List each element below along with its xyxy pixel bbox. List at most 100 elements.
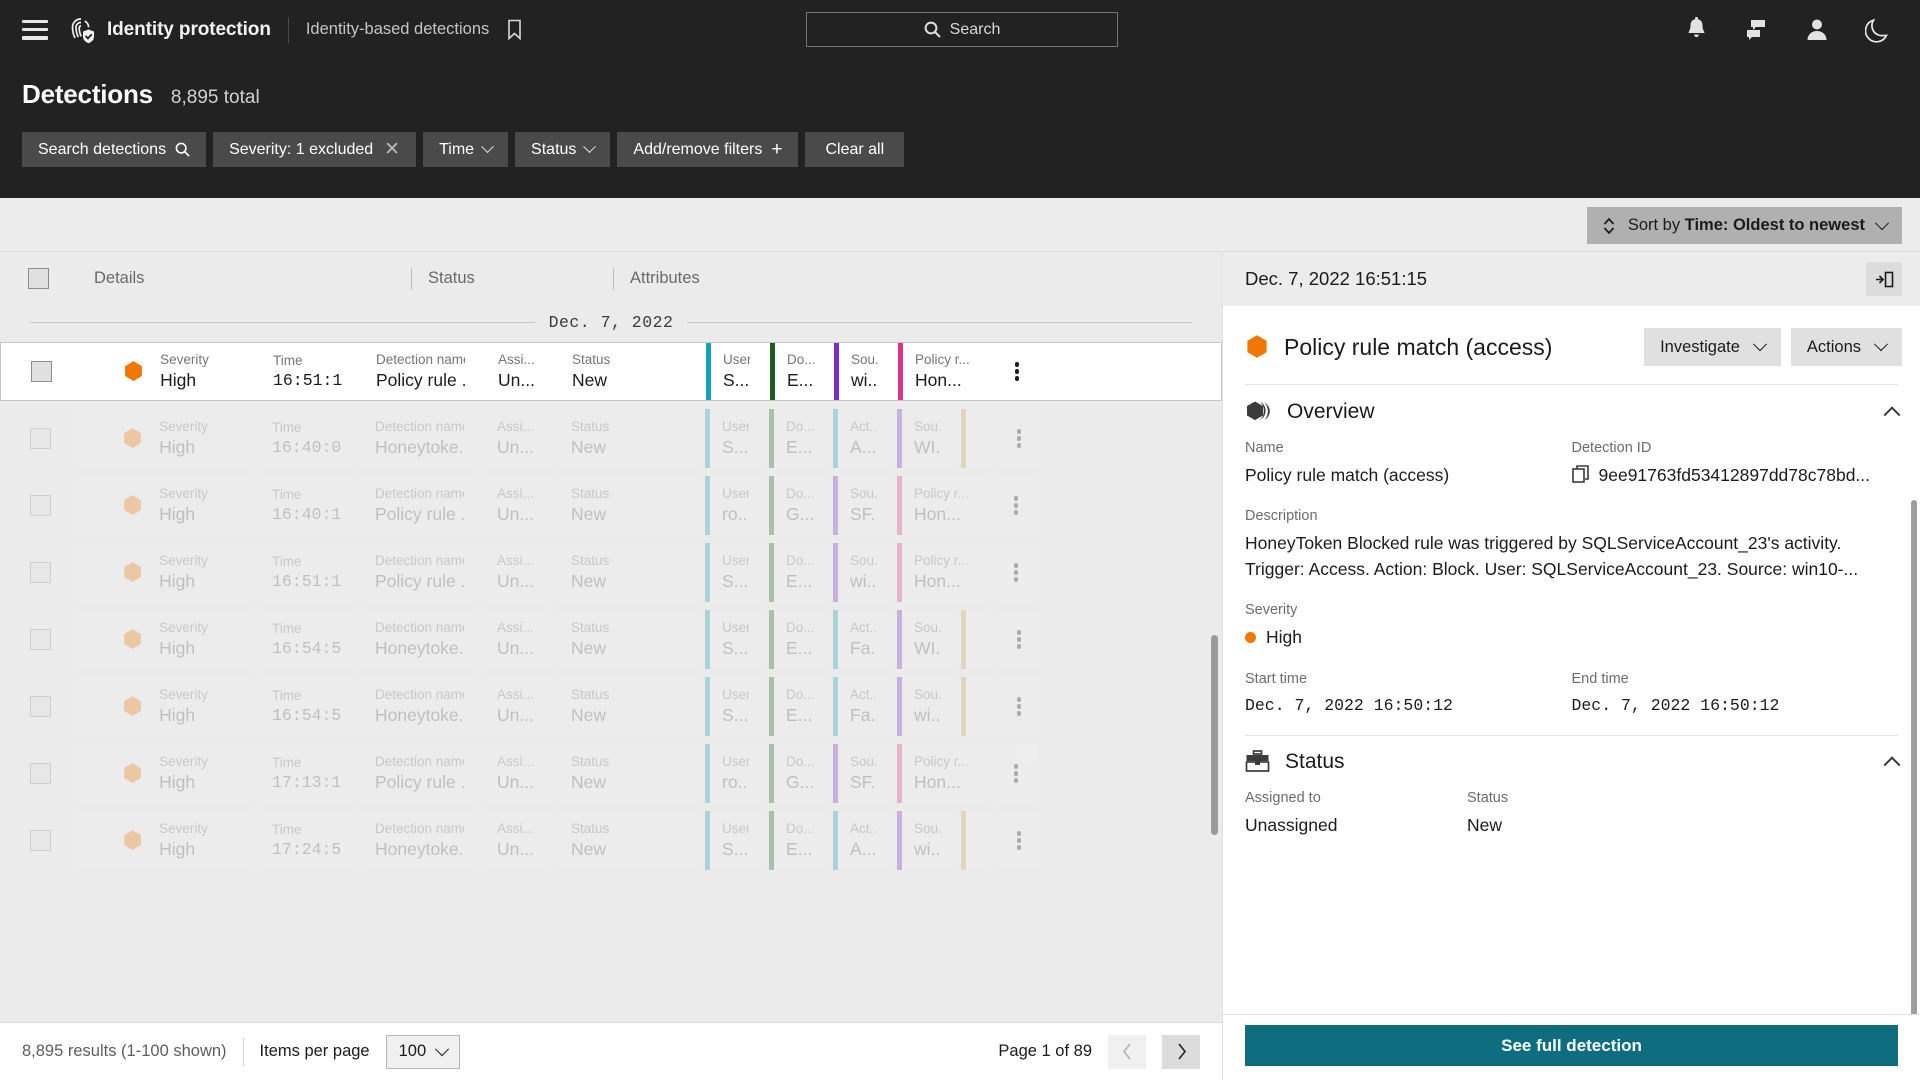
cell-attribute[interactable]: Act...A... xyxy=(833,811,890,870)
cell-severity[interactable]: SeverityHigh xyxy=(77,476,252,535)
filter-chip-severity[interactable]: Severity: 1 excluded ✕ xyxy=(213,132,416,167)
cell-attribute[interactable]: Sou...WI... xyxy=(897,610,954,669)
cell-detection-name[interactable]: Detection nameHoneytoke... xyxy=(362,677,477,736)
notifications-bell-icon[interactable] xyxy=(1685,17,1708,42)
table-row[interactable]: SeverityHighTime16:40:02Detection nameHo… xyxy=(0,409,1222,468)
cell-attribute[interactable]: UserS... xyxy=(706,343,763,400)
table-row[interactable]: SeverityHighTime16:51:15Detection namePo… xyxy=(0,543,1222,602)
cell-attribute[interactable]: Policy r...Hon... xyxy=(897,476,988,535)
cell-time[interactable]: Time16:51:15 xyxy=(260,343,356,400)
cell-attribute[interactable] xyxy=(961,677,991,736)
add-remove-filters-button[interactable]: Add/remove filters + xyxy=(617,132,798,167)
cell-attribute[interactable]: Sou...wi... xyxy=(833,543,890,602)
cell-severity[interactable]: SeverityHigh xyxy=(77,744,252,803)
row-overflow-menu-icon[interactable] xyxy=(998,677,1040,736)
next-page-button[interactable] xyxy=(1162,1035,1200,1069)
items-per-page-select[interactable]: 100 xyxy=(386,1035,461,1069)
cell-detection-name[interactable]: Detection nameHoneytoke... xyxy=(362,409,477,468)
cell-assignee[interactable]: Assi...Un... xyxy=(485,343,552,400)
global-search-input[interactable]: Search xyxy=(806,12,1118,47)
table-row[interactable]: SeverityHighTime16:51:15Detection namePo… xyxy=(0,342,1222,401)
row-checkbox[interactable] xyxy=(30,830,51,851)
cell-time[interactable]: Time16:51:15 xyxy=(259,543,355,602)
cell-severity[interactable]: SeverityHigh xyxy=(78,343,253,400)
cell-assignee[interactable]: Assi...Un... xyxy=(484,476,551,535)
row-checkbox[interactable] xyxy=(31,361,52,382)
cell-attribute[interactable]: Userro... xyxy=(705,476,762,535)
cell-attribute[interactable]: Do...E... xyxy=(769,677,826,736)
row-checkbox[interactable] xyxy=(30,763,51,784)
cell-assignee[interactable]: Assi...Un... xyxy=(484,543,551,602)
cell-assignee[interactable]: Assi...Un... xyxy=(484,677,551,736)
cell-severity[interactable]: SeverityHigh xyxy=(77,677,252,736)
cell-status[interactable]: StatusNew xyxy=(559,343,699,400)
cell-attribute[interactable]: UserS... xyxy=(705,409,762,468)
cell-attribute[interactable]: UserS... xyxy=(705,610,762,669)
detail-vertical-scrollbar[interactable] xyxy=(1911,500,1917,1014)
cell-severity[interactable]: SeverityHigh xyxy=(77,811,252,870)
previous-page-button[interactable] xyxy=(1108,1035,1146,1069)
cell-attribute[interactable]: Do...E... xyxy=(769,543,826,602)
table-row[interactable]: SeverityHighTime17:24:53Detection nameHo… xyxy=(0,811,1222,870)
chevron-up-icon[interactable] xyxy=(1884,406,1901,423)
cell-severity[interactable]: SeverityHigh xyxy=(77,610,252,669)
table-row[interactable]: SeverityHighTime16:54:52Detection nameHo… xyxy=(0,610,1222,669)
table-row[interactable]: SeverityHighTime16:40:11Detection namePo… xyxy=(0,476,1222,535)
cell-attribute[interactable]: Sou...wi... xyxy=(834,343,891,400)
cell-status[interactable]: StatusNew xyxy=(558,677,698,736)
column-header-details[interactable]: Details xyxy=(94,269,411,288)
row-overflow-menu-icon[interactable] xyxy=(996,343,1038,400)
cell-detection-name[interactable]: Detection nameHoneytoke... xyxy=(362,610,477,669)
table-row[interactable]: SeverityHighTime17:13:14Detection namePo… xyxy=(0,744,1222,803)
cell-status[interactable]: StatusNew xyxy=(558,543,698,602)
search-detections-filter[interactable]: Search detections xyxy=(22,132,206,167)
row-checkbox[interactable] xyxy=(30,629,51,650)
cell-severity[interactable]: SeverityHigh xyxy=(77,409,252,468)
cell-detection-name[interactable]: Detection namePolicy rule ... xyxy=(362,543,477,602)
overview-section-header[interactable]: Overview xyxy=(1245,384,1898,440)
column-header-attributes[interactable]: Attributes xyxy=(630,269,700,288)
cell-assignee[interactable]: Assi...Un... xyxy=(484,811,551,870)
cell-attribute[interactable]: Do...G... xyxy=(769,476,826,535)
row-checkbox[interactable] xyxy=(30,428,51,449)
cell-attribute[interactable] xyxy=(961,610,991,669)
column-header-status[interactable]: Status xyxy=(428,269,613,288)
cell-time[interactable]: Time16:54:52 xyxy=(259,610,355,669)
cell-attribute[interactable]: Act...Fa... xyxy=(833,610,890,669)
cell-assignee[interactable]: Assi...Un... xyxy=(484,409,551,468)
cell-status[interactable]: StatusNew xyxy=(558,409,698,468)
select-all-checkbox[interactable] xyxy=(28,268,49,289)
row-overflow-menu-icon[interactable] xyxy=(995,476,1037,535)
cell-attribute[interactable]: Sou...wi... xyxy=(897,677,954,736)
cell-status[interactable]: StatusNew xyxy=(558,744,698,803)
row-checkbox[interactable] xyxy=(30,495,51,516)
row-overflow-menu-icon[interactable] xyxy=(998,811,1040,870)
user-account-icon[interactable] xyxy=(1805,17,1829,42)
actions-dropdown-button[interactable]: Actions xyxy=(1791,328,1902,366)
chevron-up-icon[interactable] xyxy=(1884,757,1901,774)
status-section-header[interactable]: Status xyxy=(1245,735,1898,790)
cell-severity[interactable]: SeverityHigh xyxy=(77,543,252,602)
cell-attribute[interactable]: Sou...SF... xyxy=(833,744,890,803)
cell-attribute[interactable] xyxy=(961,409,991,468)
cell-time[interactable]: Time17:24:53 xyxy=(259,811,355,870)
cell-attribute[interactable]: Policy r...Hon... xyxy=(898,343,989,400)
cell-attribute[interactable]: Do...E... xyxy=(769,811,826,870)
cell-attribute[interactable]: Do...E... xyxy=(770,343,827,400)
hamburger-menu-icon[interactable] xyxy=(22,20,48,40)
table-row[interactable]: SeverityHighTime16:54:52Detection nameHo… xyxy=(0,677,1222,736)
detail-panel-scroll[interactable]: Overview Name Policy rule match (access)… xyxy=(1223,384,1920,1014)
cell-attribute[interactable]: Sou...wi... xyxy=(897,811,954,870)
cell-attribute[interactable]: Policy r...Hon... xyxy=(897,543,988,602)
cell-time[interactable]: Time16:54:52 xyxy=(259,677,355,736)
cell-attribute[interactable]: UserS... xyxy=(705,543,762,602)
row-overflow-menu-icon[interactable] xyxy=(998,409,1040,468)
cell-status[interactable]: StatusNew xyxy=(558,476,698,535)
cell-attribute[interactable]: Do...E... xyxy=(769,610,826,669)
row-overflow-menu-icon[interactable] xyxy=(995,543,1037,602)
cell-detection-name[interactable]: Detection nameHoneytoke... xyxy=(362,811,477,870)
cell-attribute[interactable]: Userro... xyxy=(705,744,762,803)
cell-assignee[interactable]: Assi...Un... xyxy=(484,610,551,669)
cell-attribute[interactable]: Act...Fa... xyxy=(833,677,890,736)
dark-mode-moon-icon[interactable] xyxy=(1865,17,1890,43)
